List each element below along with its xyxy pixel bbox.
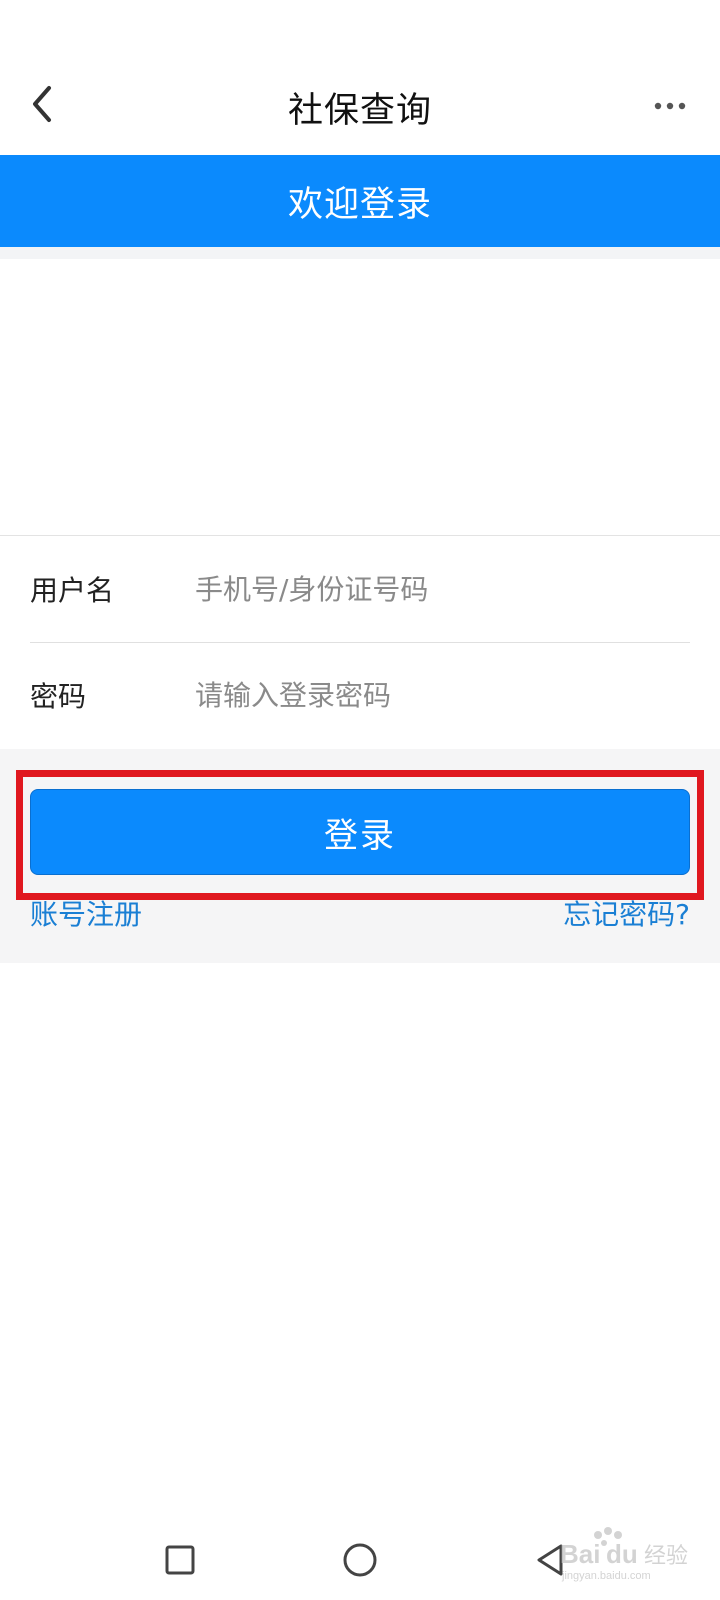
username-label: 用户名 (30, 574, 115, 607)
banner-title: 欢迎登录 (287, 184, 432, 225)
svg-text:du: du (606, 1539, 638, 1569)
forgot-password-link[interactable]: 忘记密码? (563, 893, 690, 933)
username-input[interactable] (195, 572, 690, 606)
password-label: 密码 (30, 680, 87, 713)
page-title: 社保查询 (287, 91, 432, 131)
baidu-watermark-logo: Bai du 经验 jingyan.baidu.com (560, 1527, 688, 1582)
register-link[interactable]: 账号注册 (30, 893, 142, 933)
banner-divider (0, 247, 720, 259)
more-button[interactable] (646, 88, 694, 124)
login-button[interactable]: 登录 (30, 789, 690, 875)
more-horizontal-icon (654, 102, 686, 110)
svg-text:经验: 经验 (644, 1544, 688, 1569)
login-page: 社保查询 欢迎登录 用户名 密码 登录 账号注册 忘记密码? (0, 0, 720, 1600)
home-button[interactable] (336, 1536, 384, 1584)
svg-text:jingyan.baidu.com: jingyan.baidu.com (561, 1570, 651, 1582)
svg-text:Bai: Bai (560, 1539, 600, 1569)
password-input[interactable] (195, 678, 690, 712)
app-bar: 社保查询 (0, 40, 720, 155)
welcome-banner: 欢迎登录 (0, 155, 720, 247)
square-icon (165, 1545, 195, 1575)
password-row: 密码 (30, 642, 690, 748)
recent-apps-button[interactable] (156, 1536, 204, 1584)
circle-icon (343, 1543, 377, 1577)
login-form: 用户名 密码 (0, 535, 720, 750)
username-row: 用户名 (30, 536, 690, 643)
